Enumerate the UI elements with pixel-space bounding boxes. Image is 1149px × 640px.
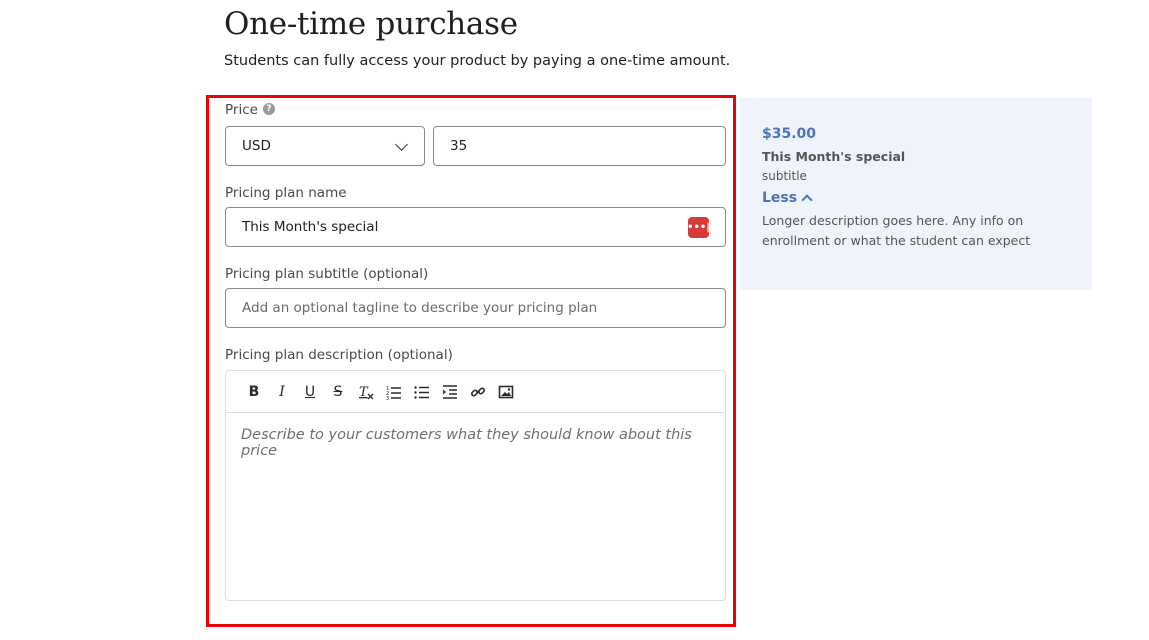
plan-description-editor[interactable]: B I U S T 123 Describe to your customers… [225, 370, 726, 601]
plan-name-value: This Month's special [242, 219, 379, 235]
ordered-list-icon[interactable]: 123 [380, 381, 408, 403]
editor-placeholder: Describe to your customers what they sho… [241, 427, 692, 459]
svg-text:T: T [359, 385, 369, 400]
page-title: One-time purchase [224, 6, 518, 42]
help-icon[interactable]: ? [262, 103, 275, 115]
plan-name-input[interactable]: This Month's special •••| [225, 207, 726, 247]
plan-name-label: Pricing plan name [225, 185, 347, 201]
price-label: Price? [225, 102, 275, 118]
editor-toolbar: B I U S T 123 [226, 371, 725, 413]
chevron-up-icon [801, 194, 813, 206]
price-label-text: Price [225, 102, 258, 118]
preview-description: Longer description goes here. Any info o… [762, 213, 1031, 248]
preview-less-label: Less [762, 190, 798, 206]
bold-icon[interactable]: B [240, 381, 268, 403]
preview-plan-name: This Month's special [762, 149, 906, 164]
image-icon[interactable] [492, 381, 520, 403]
page-subtitle: Students can fully access your product b… [224, 53, 731, 69]
svg-text:3: 3 [386, 396, 389, 400]
plan-subtitle-placeholder: Add an optional tagline to describe your… [242, 300, 598, 316]
clear-format-icon[interactable]: T [352, 381, 380, 403]
bullet-list-icon[interactable] [408, 381, 436, 403]
price-amount-input[interactable]: 35 [433, 126, 726, 166]
indent-icon[interactable] [436, 381, 464, 403]
preview-price: $35.00 [762, 126, 817, 142]
password-manager-icon[interactable]: •••| [687, 216, 710, 238]
price-amount-value: 35 [450, 138, 468, 154]
currency-value: USD [242, 138, 271, 154]
preview-subtitle: subtitle [762, 169, 807, 183]
preview-less-toggle[interactable]: Less [762, 190, 813, 206]
italic-icon[interactable]: I [268, 381, 296, 403]
plan-description-label: Pricing plan description (optional) [225, 347, 453, 363]
link-icon[interactable] [464, 381, 492, 403]
strikethrough-icon[interactable]: S [324, 381, 352, 403]
plan-subtitle-label: Pricing plan subtitle (optional) [225, 266, 429, 282]
pricing-preview-card: $35.00 This Month's special subtitle Les… [740, 98, 1092, 290]
currency-select[interactable]: USD [225, 126, 425, 166]
chevron-down-icon [395, 137, 408, 151]
underline-icon[interactable]: U [296, 381, 324, 403]
plan-subtitle-input[interactable]: Add an optional tagline to describe your… [225, 288, 726, 328]
